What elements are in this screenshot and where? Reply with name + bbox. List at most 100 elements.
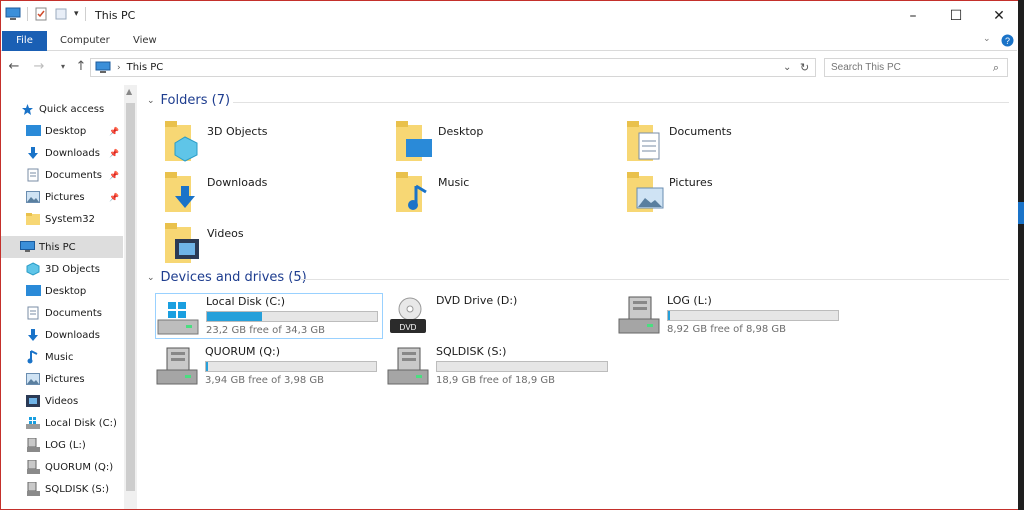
scroll-up-icon[interactable]: ▲ (126, 87, 132, 96)
close-button[interactable]: ✕ (976, 1, 1022, 31)
search-box[interactable]: ⌕ (824, 58, 1008, 77)
picture-icon (25, 372, 41, 386)
title-bar: ▾ This PC – ☐ ✕ (1, 1, 1017, 31)
search-input[interactable] (825, 59, 985, 76)
maximize-button[interactable]: ☐ (933, 1, 979, 31)
windows-drive-icon (157, 302, 199, 335)
folders-group-header[interactable]: ⌄ Folders (7) (147, 93, 230, 108)
sidebar-item-quick-access[interactable]: Quick access (1, 98, 123, 120)
film-icon (25, 394, 41, 408)
sidebar-item-3d-objects[interactable]: 3D Objects (1, 258, 123, 280)
tab-view[interactable]: View (133, 31, 157, 51)
devices-group-header[interactable]: ⌄ Devices and drives (5) (147, 270, 307, 285)
drive-free-space: 23,2 GB free of 34,3 GB (206, 325, 325, 336)
music-note-icon (25, 350, 41, 364)
drive-label: DVD Drive (D:) (436, 294, 518, 307)
quick-access-toolbar: ▾ (5, 7, 86, 21)
pin-icon[interactable]: 📌 (109, 149, 119, 158)
drive-quorum-q[interactable]: QUORUM (Q:) 3,94 GB free of 3,98 GB (155, 344, 383, 390)
sidebar-item-sqldisk-s[interactable]: SQLDISK (S:) (1, 478, 123, 500)
tab-file[interactable]: File (2, 31, 47, 51)
address-bar[interactable]: › This PC ⌄ ↻ (90, 58, 816, 77)
folder-documents[interactable]: Documents (625, 119, 732, 165)
tab-computer[interactable]: Computer (60, 31, 110, 51)
drive-free-space: 3,94 GB free of 3,98 GB (205, 375, 324, 386)
scrollbar-thumb[interactable] (126, 103, 135, 491)
group-divider (233, 102, 1009, 103)
pin-icon[interactable]: 📌 (109, 127, 119, 136)
desktop-icon (25, 124, 41, 138)
drive-dvd-d[interactable]: DVD DVD Drive (D:) (386, 293, 614, 339)
collapse-chevron-icon[interactable]: ⌄ (147, 273, 155, 283)
background-accent (1018, 202, 1024, 224)
minimize-button[interactable]: – (890, 1, 936, 31)
sidebar-item-label: Documents (45, 169, 103, 181)
sidebar-item-documents[interactable]: Documents 📌 (1, 164, 123, 186)
drive-log-l[interactable]: LOG (L:) 8,92 GB free of 8,98 GB (617, 293, 845, 339)
folder-videos[interactable]: Videos (163, 221, 244, 267)
sidebar-item-this-pc[interactable]: This PC (1, 236, 123, 258)
sidebar-item-pictures[interactable]: Pictures (1, 368, 123, 390)
sidebar-item-videos[interactable]: Videos (1, 390, 123, 412)
folder-downloads[interactable]: Downloads (163, 170, 267, 216)
sidebar-item-local-disk-c[interactable]: Local Disk (C:) (1, 412, 123, 434)
sidebar-item-log-l[interactable]: LOG (L:) (1, 434, 123, 456)
back-button[interactable]: ← (6, 58, 22, 76)
sidebar-scrollbar[interactable]: ▲ (124, 85, 137, 509)
sidebar-item-desktop[interactable]: Desktop 📌 (1, 120, 123, 142)
document-icon (25, 168, 41, 182)
collapse-chevron-icon[interactable]: ⌄ (147, 96, 155, 106)
drive-usage-fill (206, 362, 208, 371)
sidebar-item-documents[interactable]: Documents (1, 302, 123, 324)
up-button[interactable]: ↑ (73, 58, 89, 76)
sidebar-item-downloads[interactable]: Downloads (1, 324, 123, 346)
sidebar-item-label: Videos (45, 395, 79, 407)
desktop-folder-icon (396, 121, 432, 161)
folder-3d-objects[interactable]: 3D Objects (163, 119, 268, 165)
expand-ribbon-icon[interactable]: ⌄ (983, 34, 991, 44)
folder-label: Music (438, 176, 470, 189)
this-pc-icon[interactable] (5, 7, 21, 21)
breadcrumb-this-pc[interactable]: This PC (127, 62, 164, 73)
folder-label: Downloads (207, 176, 268, 189)
sidebar-item-downloads[interactable]: Downloads 📌 (1, 142, 123, 164)
server-drive-icon (618, 296, 660, 334)
toolbar-separator (84, 7, 86, 21)
window-title: This PC (95, 9, 136, 22)
customize-toolbar-icon[interactable]: ▾ (74, 9, 79, 19)
document-icon (25, 306, 41, 320)
sidebar-item-system32[interactable]: System32 (1, 208, 123, 230)
recent-locations-button[interactable]: ▾ (55, 58, 71, 76)
help-icon[interactable]: ? (1001, 34, 1014, 47)
music-folder-icon (396, 172, 427, 212)
3d-objects-folder-icon (165, 121, 198, 162)
properties-icon[interactable] (34, 7, 48, 21)
sidebar-item-label: Downloads (45, 147, 100, 159)
folder-desktop[interactable]: Desktop (394, 119, 483, 165)
folder-label: Desktop (438, 125, 484, 138)
drive-free-space: 18,9 GB free of 18,9 GB (436, 375, 555, 386)
folder-music[interactable]: Music (394, 170, 469, 216)
svg-text:DVD: DVD (400, 323, 417, 332)
sidebar-item-quorum-q[interactable]: QUORUM (Q:) (1, 456, 123, 478)
sidebar-item-pictures[interactable]: Pictures 📌 (1, 186, 123, 208)
forward-button[interactable]: → (31, 58, 47, 76)
new-folder-icon[interactable] (54, 7, 68, 21)
ribbon-tabs: File Computer View ⌄ ? (1, 31, 1017, 51)
drive-usage-bar (436, 361, 608, 372)
drive-label: QUORUM (Q:) (205, 345, 280, 358)
refresh-icon[interactable]: ↻ (800, 61, 809, 74)
drive-local-disk-c[interactable]: Local Disk (C:) 23,2 GB free of 34,3 GB (155, 293, 383, 339)
pin-icon[interactable]: 📌 (109, 171, 119, 180)
dvd-drive-icon: DVD (390, 297, 426, 333)
sidebar-item-music[interactable]: Music (1, 346, 123, 368)
drive-sqldisk-s[interactable]: SQLDISK (S:) 18,9 GB free of 18,9 GB (386, 344, 614, 390)
pin-icon[interactable]: 📌 (109, 193, 119, 202)
folder-pictures[interactable]: Pictures (625, 170, 713, 216)
sidebar-item-label: Pictures (45, 191, 85, 203)
search-icon[interactable]: ⌕ (993, 61, 999, 75)
sidebar-item-label: Pictures (45, 373, 85, 385)
address-dropdown-icon[interactable]: ⌄ (783, 62, 791, 73)
windows-drive-icon (25, 416, 41, 430)
sidebar-item-desktop[interactable]: Desktop (1, 280, 123, 302)
